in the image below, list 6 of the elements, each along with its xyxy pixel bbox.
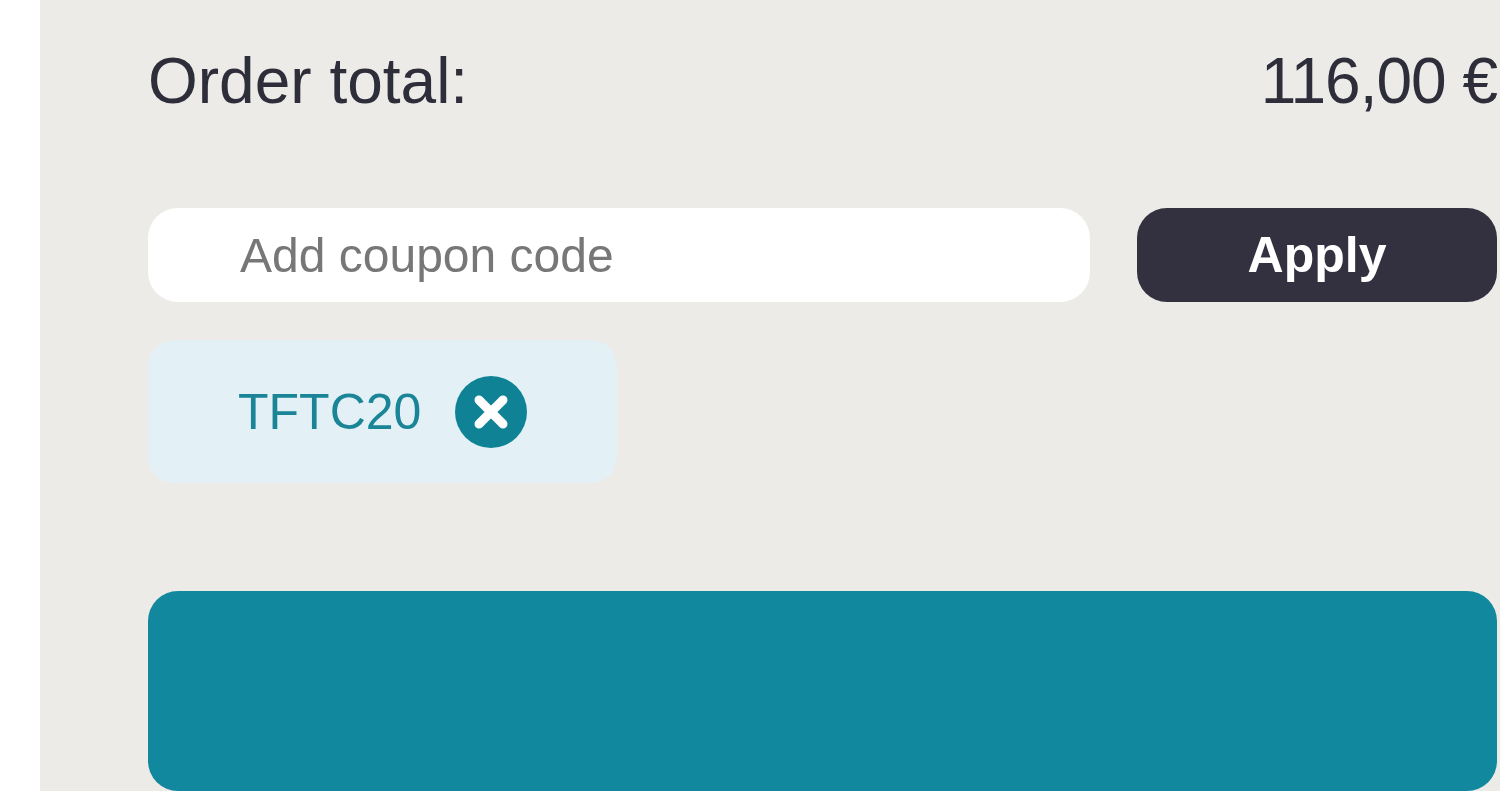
apply-button[interactable]: Apply: [1137, 208, 1497, 302]
remove-icon[interactable]: [455, 375, 528, 448]
order-total-label: Order total:: [148, 44, 469, 118]
coupon-code: TFTC20: [238, 382, 422, 441]
coupon-code-field[interactable]: Add coupon code: [148, 208, 1090, 302]
order-total-amount: 116,00 €: [1260, 44, 1497, 118]
